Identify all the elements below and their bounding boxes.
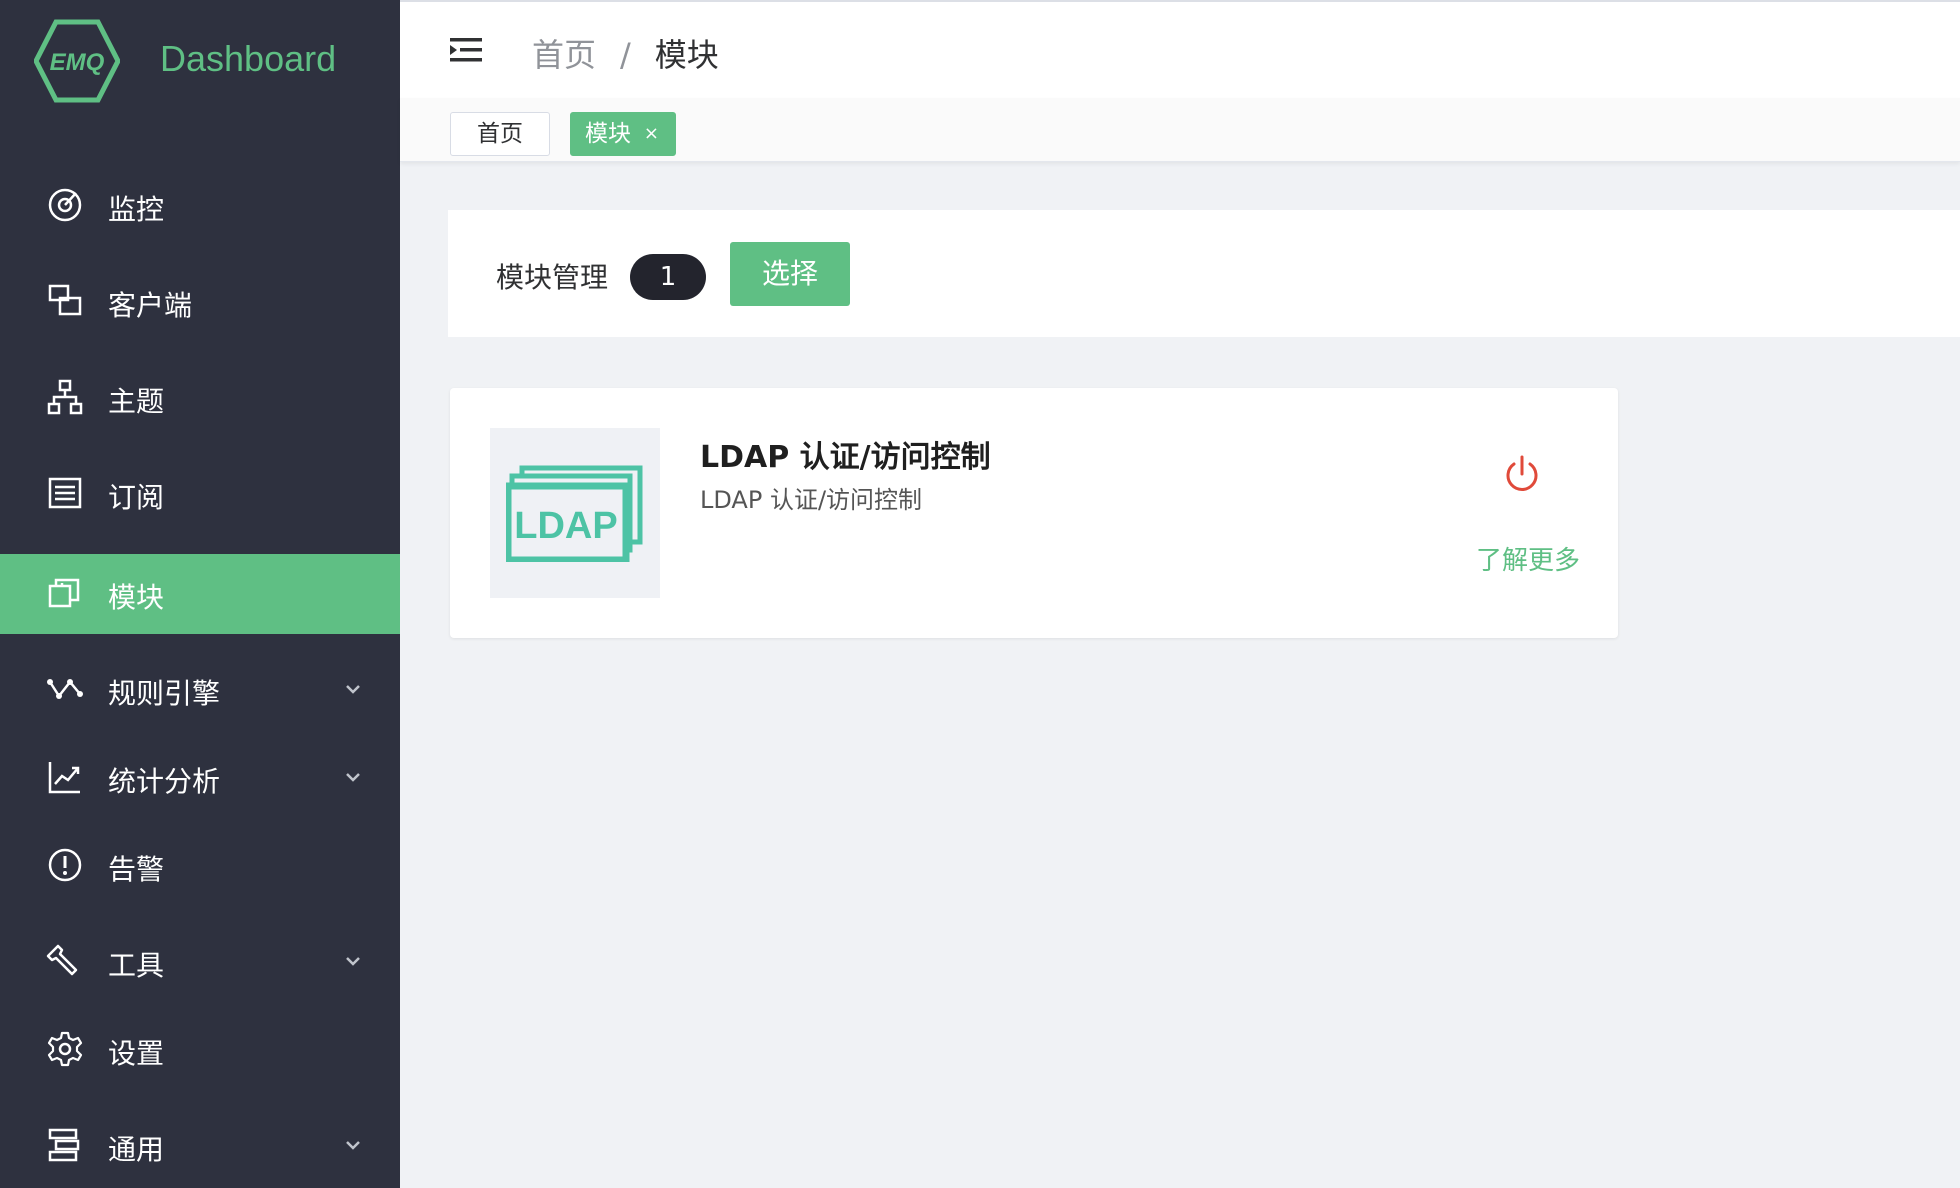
monitor-gauge-icon: [48, 188, 82, 222]
module-logo: LDAP: [490, 428, 660, 598]
chevron-down-icon: [346, 773, 360, 782]
sidebar-item-label: 客户端: [108, 289, 193, 322]
sidebar-item-modules[interactable]: 模块: [0, 554, 400, 634]
tags-view-bar: 首页 模块 ×: [400, 98, 1960, 162]
subscriptions-list-icon: [48, 477, 82, 509]
sidebar-item-tools[interactable]: 工具: [0, 922, 400, 1002]
sidebar-item-monitor[interactable]: 监控: [0, 166, 400, 246]
chevron-down-icon: [346, 685, 360, 694]
sidebar-item-general[interactable]: 通用: [0, 1106, 400, 1186]
tools-wrench-icon: [46, 944, 78, 976]
menu-fold-icon[interactable]: [450, 36, 482, 64]
sidebar-item-settings[interactable]: 设置: [0, 1010, 400, 1090]
settings-gear-icon: [47, 1031, 83, 1067]
sidebar-item-alarms[interactable]: 告警: [0, 826, 400, 906]
sidebar-item-label: 主题: [108, 385, 165, 418]
sidebar-item-analytics[interactable]: 统计分析: [0, 738, 400, 818]
rule-engine-icon: [47, 679, 83, 699]
tag-label: 模块: [585, 121, 631, 147]
logo-text: EMQ: [50, 49, 105, 76]
chevron-down-icon: [346, 1141, 360, 1150]
alarm-exclamation-icon: [48, 848, 82, 882]
sidebar-item-label: 统计分析: [108, 765, 221, 798]
analytics-chart-icon: [48, 762, 80, 794]
topics-tree-icon: [47, 379, 83, 415]
sidebar-item-label: 规则引擎: [108, 677, 221, 710]
sidebar-item-label: 模块: [108, 581, 165, 614]
breadcrumb-separator: /: [620, 36, 631, 74]
module-management-label: 模块管理: [496, 261, 609, 294]
module-count-badge: 1: [630, 254, 706, 300]
sidebar-item-topics[interactable]: 主题: [0, 358, 400, 438]
sidebar-item-label: 通用: [108, 1133, 165, 1166]
sidebar-item-subscriptions[interactable]: 订阅: [0, 454, 400, 534]
module-toolbar: 模块管理 1 选择: [448, 210, 1960, 337]
breadcrumb: 首页 / 模块: [532, 30, 719, 76]
module-title: LDAP 认证/访问控制: [700, 440, 991, 475]
sidebar-item-label: 订阅: [108, 481, 165, 514]
module-card-ldap: LDAP LDAP 认证/访问控制 LDAP 认证/访问控制 了解更多: [450, 388, 1618, 638]
top-header: 首页 / 模块: [400, 0, 1960, 98]
sidebar: EMQ Dashboard 监控 客户端 主题 订阅 模块 规则引擎 统计分析 …: [0, 0, 400, 1188]
breadcrumb-home[interactable]: 首页: [532, 36, 596, 74]
sidebar-item-rule-engine[interactable]: 规则引擎: [0, 650, 400, 730]
power-icon[interactable]: [1504, 454, 1540, 494]
tag-home[interactable]: 首页: [450, 112, 550, 156]
brand-logo[interactable]: EMQ Dashboard: [0, 0, 400, 124]
ldap-logo-text: LDAP: [514, 505, 617, 547]
module-description: LDAP 认证/访问控制: [700, 486, 923, 514]
sidebar-item-label: 工具: [108, 949, 165, 982]
ldap-logo-icon: LDAP: [506, 465, 643, 562]
close-icon[interactable]: ×: [644, 113, 659, 155]
general-icon: [48, 1128, 80, 1162]
breadcrumb-current: 模块: [654, 36, 719, 74]
sidebar-item-label: 告警: [108, 853, 165, 886]
chevron-down-icon: [346, 957, 360, 966]
sidebar-item-clients[interactable]: 客户端: [0, 262, 400, 342]
tag-modules[interactable]: 模块 ×: [570, 112, 676, 156]
clients-icon: [48, 284, 82, 316]
learn-more-link[interactable]: 了解更多: [1476, 540, 1580, 577]
emq-logo-icon: EMQ: [34, 19, 120, 103]
sidebar-item-label: 设置: [108, 1037, 165, 1070]
select-button[interactable]: 选择: [730, 242, 850, 306]
sidebar-item-label: 监控: [108, 193, 165, 226]
app-title: Dashboard: [160, 38, 337, 79]
modules-icon: [48, 578, 80, 608]
